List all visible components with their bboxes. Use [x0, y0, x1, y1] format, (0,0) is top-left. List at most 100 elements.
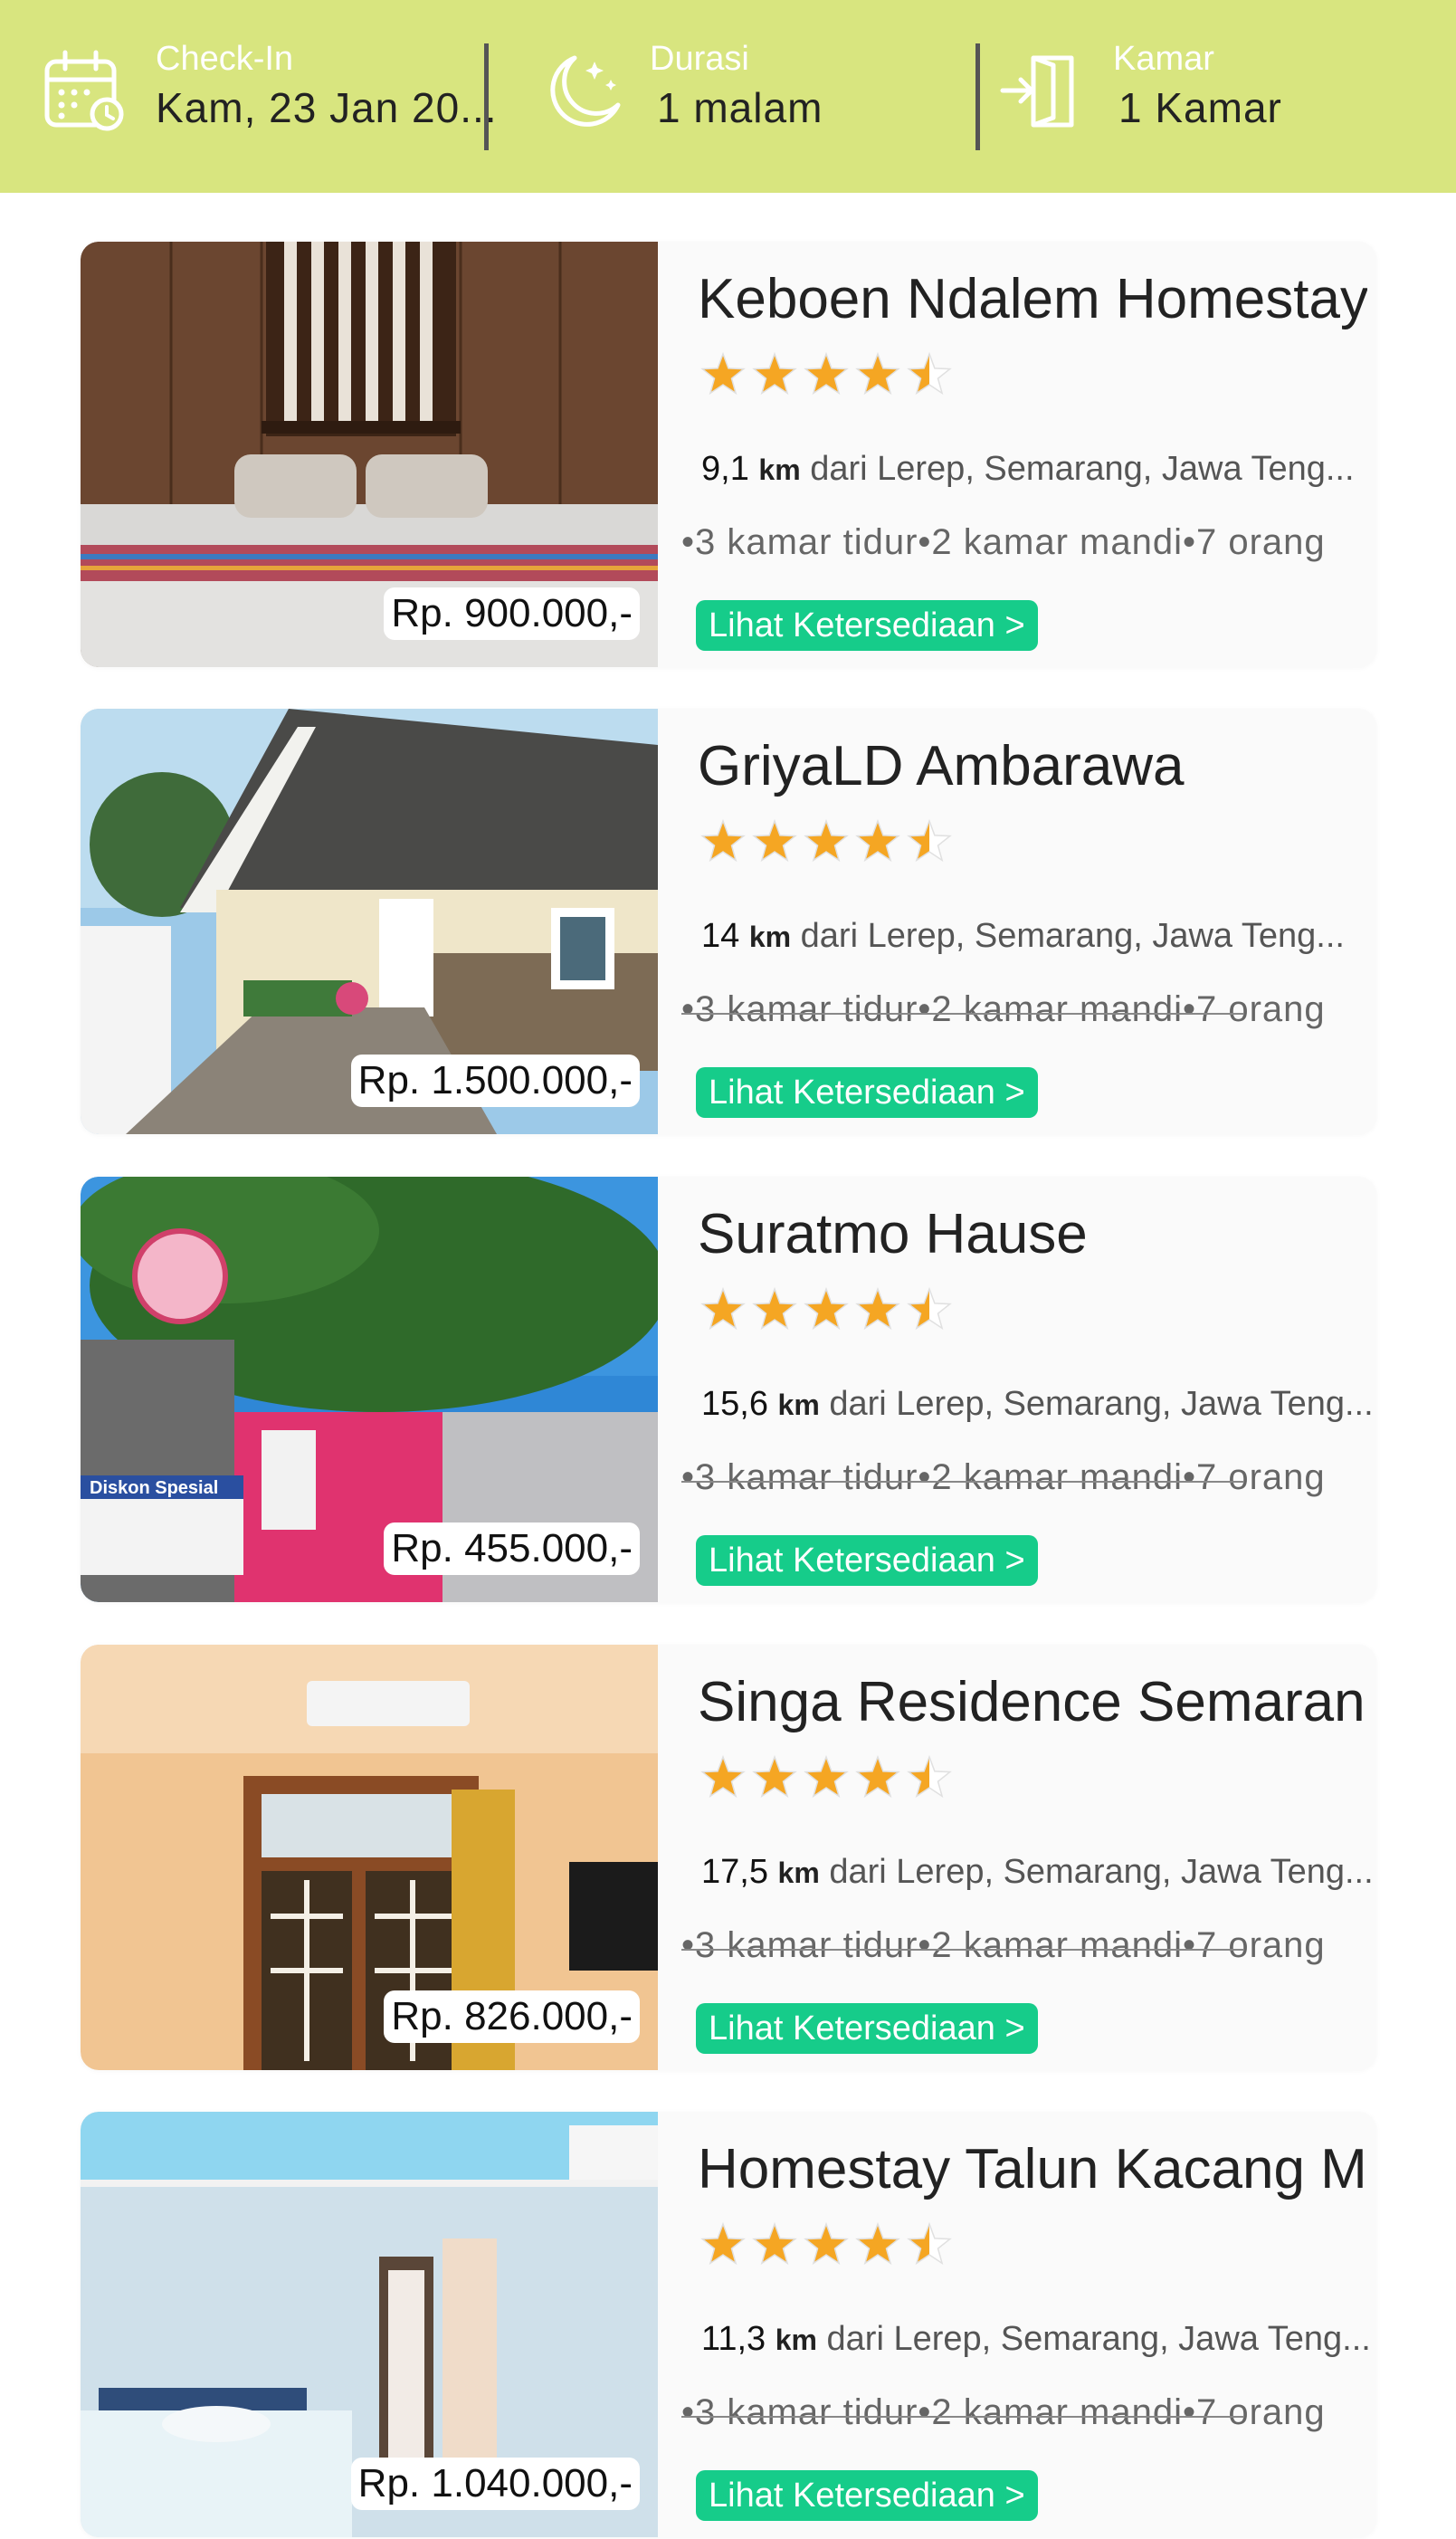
listing-photo[interactable]: Rp. 1.040.000,-: [81, 2112, 658, 2537]
price-tag: Rp. 1.040.000,-: [350, 2458, 640, 2510]
distance-location: dari Lerep, Semarang, Jawa Teng...: [800, 917, 1345, 955]
calendar-icon: [40, 45, 130, 136]
star-icon: [752, 2221, 797, 2266]
star-icon: [752, 1286, 797, 1331]
star-icon: [752, 1754, 797, 1799]
star-icon: [907, 2221, 952, 2266]
price-tag: Rp. 1.500.000,-: [350, 1055, 640, 1107]
room-details: •3 kamar tidur•2 kamar mandi•7 orang: [681, 2392, 1326, 2432]
star-icon: [907, 351, 952, 396]
listing-title[interactable]: Keboen Ndalem Homestay: [698, 267, 1367, 331]
star-icon: [907, 1286, 952, 1331]
star-icon: [700, 2221, 746, 2266]
rooms-label: Kamar: [1113, 40, 1214, 78]
listing-info: Homestay Talun Kacang M.. 11,3 km dari L…: [681, 2112, 1371, 2537]
rating-stars: [698, 1285, 960, 1336]
listing-card[interactable]: Rp. 826.000,- Singa Residence Semarang 1…: [81, 1645, 1376, 2070]
price-tag: Rp. 826.000,-: [384, 1990, 640, 2043]
room-details: •3 kamar tidur•2 kamar mandi•7 orang: [681, 522, 1326, 562]
distance-value: 11,3: [701, 2320, 766, 2358]
checkin-segment[interactable]: Check-In Kam, 23 Jan 20...: [36, 0, 497, 193]
star-icon: [804, 351, 849, 396]
duration-segment[interactable]: Durasi 1 malam: [534, 0, 950, 193]
rooms-value: 1 Kamar: [1118, 84, 1282, 131]
rating-stars: [698, 350, 960, 401]
room-details: •3 kamar tidur•2 kamar mandi•7 orang: [681, 989, 1326, 1029]
header-divider: [484, 43, 489, 150]
distance-text: 17,5 km dari Lerep, Semarang, Jawa Teng.…: [701, 1853, 1374, 1892]
listing-info: GriyaLD Ambarawa 14 km dari Lerep, Semar…: [681, 709, 1367, 1134]
listing-info: Singa Residence Semarang 17,5 km dari Le…: [681, 1645, 1374, 2070]
listing-photo[interactable]: Rp. 1.500.000,-: [81, 709, 658, 1134]
room-details: •3 kamar tidur•2 kamar mandi•7 orang: [681, 1457, 1326, 1497]
listing-photo[interactable]: Rp. 826.000,-: [81, 1645, 658, 2070]
listing-title[interactable]: Homestay Talun Kacang M..: [698, 2137, 1367, 2201]
header-divider: [975, 43, 980, 150]
star-icon: [700, 1286, 746, 1331]
check-availability-button[interactable]: Lihat Ketersediaan >: [696, 2003, 1038, 2054]
star-icon: [700, 351, 746, 396]
distance-value: 17,5: [701, 1853, 768, 1891]
rating-stars: [698, 1753, 960, 1804]
checkin-label: Check-In: [156, 40, 294, 78]
check-availability-button[interactable]: Lihat Ketersediaan >: [696, 600, 1038, 651]
distance-text: 11,3 km dari Lerep, Semarang, Jawa Teng.…: [701, 2320, 1371, 2359]
distance-text: 14 km dari Lerep, Semarang, Jawa Teng...: [701, 917, 1345, 956]
star-icon: [700, 1754, 746, 1799]
booking-summary-bar: Check-In Kam, 23 Jan 20... Durasi 1 mala…: [0, 0, 1456, 193]
listing-card[interactable]: Rp. 900.000,- Keboen Ndalem Homestay 9,1…: [81, 242, 1376, 667]
star-icon: [804, 1754, 849, 1799]
room-details: •3 kamar tidur•2 kamar mandi•7 orang: [681, 1925, 1326, 1965]
check-availability-button[interactable]: Lihat Ketersediaan >: [696, 1535, 1038, 1586]
price-tag: Rp. 455.000,-: [384, 1522, 640, 1575]
distance-text: 9,1 km dari Lerep, Semarang, Jawa Teng..…: [701, 450, 1355, 489]
rating-stars: [698, 817, 960, 868]
distance-unit: km: [775, 2324, 817, 2356]
price-tag: Rp. 900.000,-: [384, 587, 640, 640]
moon-icon: [538, 45, 629, 136]
star-icon: [752, 818, 797, 863]
star-icon: [804, 2221, 849, 2266]
distance-location: dari Lerep, Semarang, Jawa Teng...: [810, 450, 1355, 488]
listing-card[interactable]: Rp. 1.500.000,- GriyaLD Ambarawa 14 km d…: [81, 709, 1376, 1134]
star-icon: [752, 351, 797, 396]
distance-unit: km: [777, 1389, 820, 1421]
listing-title[interactable]: GriyaLD Ambarawa: [698, 734, 1367, 798]
listing-info: Keboen Ndalem Homestay 9,1 km dari Lerep…: [681, 242, 1367, 667]
star-icon: [855, 351, 900, 396]
rating-stars: [698, 2220, 960, 2271]
distance-unit: km: [758, 453, 801, 486]
rooms-segment[interactable]: Kamar 1 Kamar: [995, 0, 1412, 193]
check-availability-button[interactable]: Lihat Ketersediaan >: [696, 2470, 1038, 2521]
star-icon: [700, 818, 746, 863]
listing-photo[interactable]: Rp. 900.000,-: [81, 242, 658, 667]
duration-label: Durasi: [650, 40, 749, 78]
distance-value: 15,6: [701, 1385, 768, 1423]
listing-card[interactable]: Diskon Spesial Rp. 455.000,- Suratmo Hau…: [81, 1177, 1376, 1602]
check-availability-button[interactable]: Lihat Ketersediaan >: [696, 1067, 1038, 1118]
star-icon: [855, 1286, 900, 1331]
distance-value: 14: [701, 917, 740, 955]
listing-card[interactable]: Rp. 1.040.000,- Homestay Talun Kacang M.…: [81, 2112, 1376, 2537]
door-enter-icon: [995, 45, 1086, 136]
listing-title[interactable]: Suratmo Hause: [698, 1202, 1367, 1266]
distance-unit: km: [777, 1857, 820, 1889]
star-icon: [855, 818, 900, 863]
svg-text:Diskon Spesial: Diskon Spesial: [90, 1478, 218, 1498]
listing-info: Suratmo Hause 15,6 km dari Lerep, Semara…: [681, 1177, 1374, 1602]
star-icon: [907, 818, 952, 863]
distance-location: dari Lerep, Semarang, Jawa Teng...: [829, 1853, 1374, 1891]
star-icon: [907, 1754, 952, 1799]
distance-location: dari Lerep, Semarang, Jawa Teng...: [829, 1385, 1374, 1423]
distance-location: dari Lerep, Semarang, Jawa Teng...: [826, 2320, 1371, 2358]
star-icon: [855, 1754, 900, 1799]
star-icon: [804, 1286, 849, 1331]
listing-photo[interactable]: Diskon Spesial Rp. 455.000,-: [81, 1177, 658, 1602]
distance-unit: km: [748, 921, 792, 953]
listing-title[interactable]: Singa Residence Semarang: [698, 1670, 1367, 1734]
checkin-value: Kam, 23 Jan 20...: [156, 84, 498, 131]
star-icon: [855, 2221, 900, 2266]
distance-value: 9,1: [701, 450, 749, 488]
star-icon: [804, 818, 849, 863]
distance-text: 15,6 km dari Lerep, Semarang, Jawa Teng.…: [701, 1385, 1374, 1424]
